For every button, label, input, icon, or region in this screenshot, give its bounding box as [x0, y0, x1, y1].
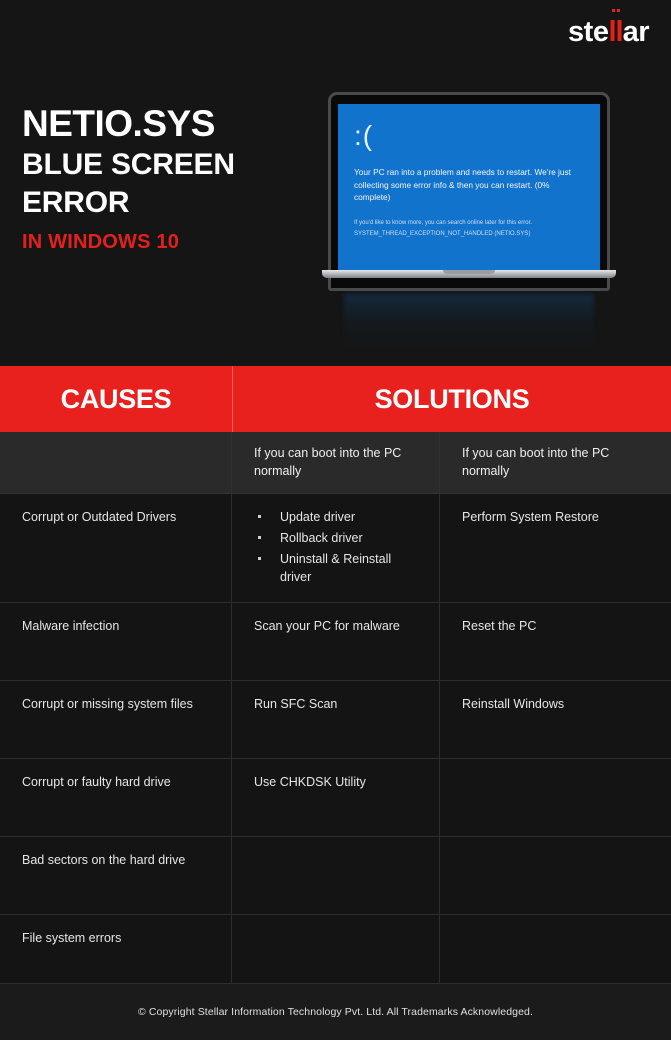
- list-item: Update driver: [254, 508, 421, 526]
- comparison-table: If you can boot into the PC normally If …: [0, 432, 671, 984]
- cause-cell: Corrupt or missing system files: [0, 680, 232, 758]
- logo-suffix: ar: [622, 16, 650, 48]
- solution-cell: Update driver Rollback driver Uninstall …: [232, 493, 440, 602]
- column-header-solutions: SOLUTIONS: [374, 383, 530, 414]
- solution-alt-cell: Reinstall Windows: [462, 696, 565, 711]
- logo-accent-letters: ll: [608, 9, 624, 48]
- logo-prefix: ste: [568, 16, 609, 48]
- solution-alt-cell: [440, 915, 671, 983]
- list-item: Uninstall & Reinstall driver: [254, 550, 421, 587]
- cause-cell: Corrupt or Outdated Drivers: [0, 493, 232, 602]
- logo-accent-text: ll: [608, 16, 623, 48]
- solution-alt-cell: [440, 759, 671, 836]
- laptop-base: [322, 270, 616, 278]
- cause-cell: Bad sectors on the hard drive: [0, 836, 232, 914]
- bsod-screen: :( Your PC ran into a problem and needs …: [338, 104, 600, 270]
- table-row: Corrupt or faulty hard drive Use CHKDSK …: [0, 758, 671, 837]
- table-row: Malware infection Scan your PC for malwa…: [0, 602, 671, 681]
- list-item: Rollback driver: [254, 529, 421, 547]
- solution-cell: Use CHKDSK Utility: [232, 758, 440, 836]
- bsod-message: Your PC ran into a problem and needs to …: [354, 167, 571, 203]
- bsod-error-code: SYSTEM_THREAD_EXCEPTION_NOT_HANDLED (NET…: [354, 230, 531, 237]
- sad-face-icon: :(: [354, 120, 374, 151]
- subheader-solutions-normal: If you can boot into the PC normally: [232, 432, 440, 493]
- table-row: Bad sectors on the hard drive: [0, 836, 671, 915]
- page-subtitle-line2: ERROR: [22, 185, 130, 219]
- page-tagline: IN WINDOWS 10: [22, 231, 180, 254]
- subheader-solutions-alt: If you can boot into the PC normally: [462, 446, 610, 479]
- solution-alt-cell: Perform System Restore: [462, 509, 599, 524]
- solution-alt-cell: [440, 837, 671, 914]
- table-row: File system errors: [0, 914, 671, 984]
- table-row: Corrupt or Outdated Drivers Update drive…: [0, 493, 671, 603]
- cause-cell: Corrupt or faulty hard drive: [0, 758, 232, 836]
- laptop-reflection: [344, 294, 594, 352]
- page-title: NETIO.SYS: [22, 103, 215, 144]
- solution-cell: [232, 914, 440, 983]
- laptop-lid: :( Your PC ran into a problem and needs …: [322, 92, 616, 291]
- copyright-text: © Copyright Stellar Information Technolo…: [137, 1005, 533, 1018]
- table-header-band: CAUSES SOLUTIONS: [0, 366, 671, 432]
- laptop-illustration: :( Your PC ran into a problem and needs …: [322, 92, 616, 352]
- footer-bar: © Copyright Stellar Information Technolo…: [0, 983, 671, 1040]
- stellar-logo: ste llar: [568, 9, 650, 48]
- headline-block: NETIO.SYS BLUE SCREEN ERROR IN WINDOWS 1…: [22, 104, 235, 254]
- column-header-causes: CAUSES: [60, 383, 172, 414]
- table-subheader-row: If you can boot into the PC normally If …: [0, 432, 671, 494]
- bsod-more-info: If you'd like to know more, you can sear…: [354, 219, 532, 226]
- solution-cell: Scan your PC for malware: [232, 602, 440, 680]
- table-row: Corrupt or missing system files Run SFC …: [0, 680, 671, 759]
- logo-dots-icon: [611, 9, 620, 12]
- cause-cell: File system errors: [0, 914, 232, 983]
- subheader-causes-blank: [0, 432, 232, 493]
- solution-bullet-list: Update driver Rollback driver Uninstall …: [254, 508, 421, 587]
- solution-cell: [232, 836, 440, 914]
- hero-section: ste llar NETIO.SYS BLUE SCREEN ERROR IN W…: [0, 0, 671, 366]
- solution-alt-cell: Reset the PC: [462, 618, 537, 633]
- page-subtitle-line1: BLUE SCREEN: [22, 147, 235, 181]
- cause-cell: Malware infection: [0, 602, 232, 680]
- solution-cell: Run SFC Scan: [232, 680, 440, 758]
